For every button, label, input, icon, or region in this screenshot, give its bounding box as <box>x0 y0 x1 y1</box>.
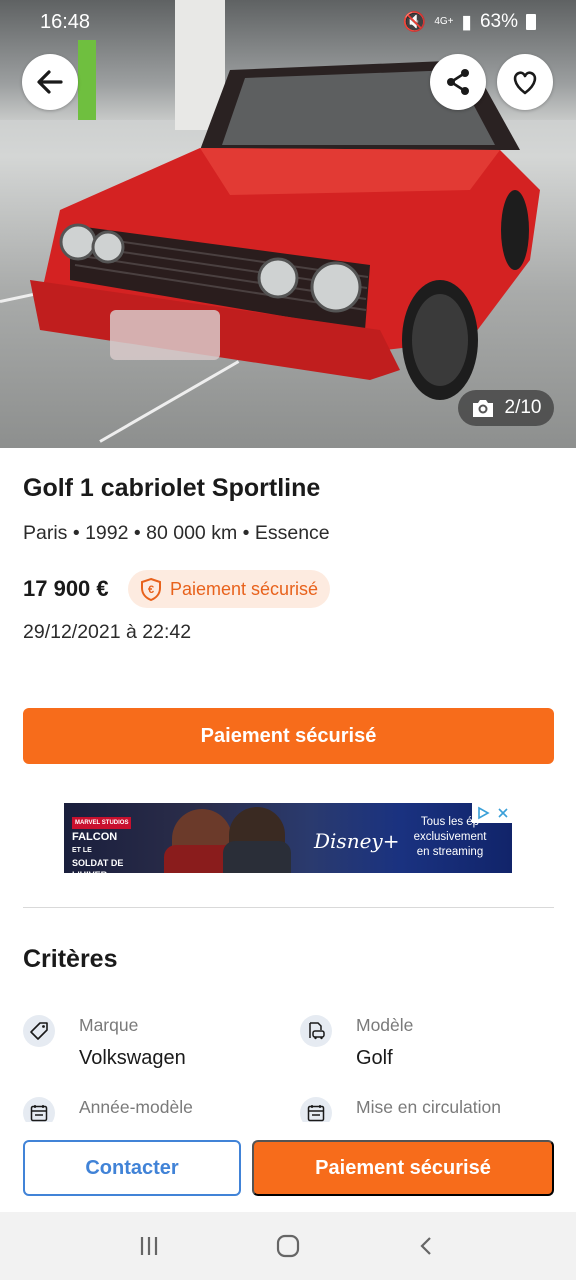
shield-euro-icon: € <box>141 577 161 601</box>
share-icon <box>447 69 469 95</box>
criteria-value: Golf <box>356 1047 393 1069</box>
adchoices-button[interactable] <box>472 803 512 823</box>
ad-character <box>223 807 291 873</box>
battery-label: 63% <box>479 11 518 32</box>
ad-brand-tag: MARVEL STUDIOS <box>72 817 132 829</box>
criteria-item: Modèle Golf <box>300 1015 554 1075</box>
photo-counter-label: 2/10 <box>504 397 542 418</box>
pay-button[interactable]: Paiement sécurisé <box>252 1140 554 1196</box>
favorite-button[interactable] <box>497 54 553 110</box>
listing-title: Golf 1 cabriolet Sportline <box>23 474 321 502</box>
ad-brand: MARVEL STUDIOS FALCON ET LE SOLDAT DE L'… <box>72 815 152 873</box>
close-icon <box>497 808 508 818</box>
secure-payment-label: Paiement sécurisé <box>170 578 319 599</box>
criteria-title: Critères <box>23 945 118 973</box>
contact-button[interactable]: Contacter <box>23 1140 241 1196</box>
ad-logo: Disney+ <box>314 829 400 853</box>
system-nav-bar <box>0 1212 576 1280</box>
criteria-label: Modèle <box>356 1015 414 1035</box>
section-divider <box>23 907 554 908</box>
svg-text:€: € <box>148 584 154 596</box>
listing-date: 29/12/2021 à 22:42 <box>23 621 192 643</box>
ad-copy-line3: en streaming <box>416 846 484 858</box>
back-button[interactable] <box>22 54 78 110</box>
arrow-left-icon <box>37 70 63 94</box>
listing-photo[interactable]: 16:48 🔇 4G+ ▮ 63% 2/10 <box>0 0 576 448</box>
secure-payment-badge: € Paiement sécurisé <box>128 570 331 608</box>
recent-apps-icon[interactable] <box>137 1234 161 1258</box>
share-button[interactable] <box>430 54 486 110</box>
mute-icon: 🔇 <box>402 12 427 33</box>
listing-subtitle: Paris • 1992 • 80 000 km • Essence <box>23 522 330 544</box>
ad-brand-line3: SOLDAT DE L'HIVER <box>72 858 124 873</box>
ad-copy-line1: Tous les ép <box>420 816 480 828</box>
bottom-action-bar: Contacter Paiement sécurisé <box>0 1122 576 1212</box>
network-label: 4G+ <box>434 16 454 27</box>
ad-copy-line2: exclusivement <box>413 831 487 843</box>
criteria-label: Année-modèle <box>79 1097 193 1117</box>
car-document-icon <box>300 1015 332 1047</box>
ad-brand-line2: ET LE <box>72 847 92 854</box>
criteria-item: Marque Volkswagen <box>23 1015 273 1075</box>
ad-brand-line1: FALCON <box>72 831 118 843</box>
criteria-label: Marque <box>79 1015 139 1035</box>
ad-banner[interactable]: MARVEL STUDIOS FALCON ET LE SOLDAT DE L'… <box>64 803 512 873</box>
car-photo <box>30 60 540 400</box>
home-icon[interactable] <box>275 1233 301 1259</box>
tag-icon <box>23 1015 55 1047</box>
status-bar: 16:48 🔇 4G+ ▮ 63% <box>0 0 576 44</box>
camera-icon <box>472 400 493 417</box>
status-time: 16:48 <box>40 10 91 33</box>
criteria-value: Volkswagen <box>79 1047 186 1069</box>
back-nav-icon[interactable] <box>415 1234 439 1258</box>
secure-payment-button[interactable]: Paiement sécurisé <box>23 708 554 764</box>
criteria-label: Mise en circulation <box>356 1097 501 1117</box>
photo-counter: 2/10 <box>458 390 554 426</box>
signal-icon: ▮ <box>461 11 472 33</box>
listing-price: 17 900 € <box>23 576 109 601</box>
battery-icon <box>526 14 536 30</box>
heart-outline-icon <box>513 71 537 95</box>
adchoices-icon <box>477 806 490 820</box>
